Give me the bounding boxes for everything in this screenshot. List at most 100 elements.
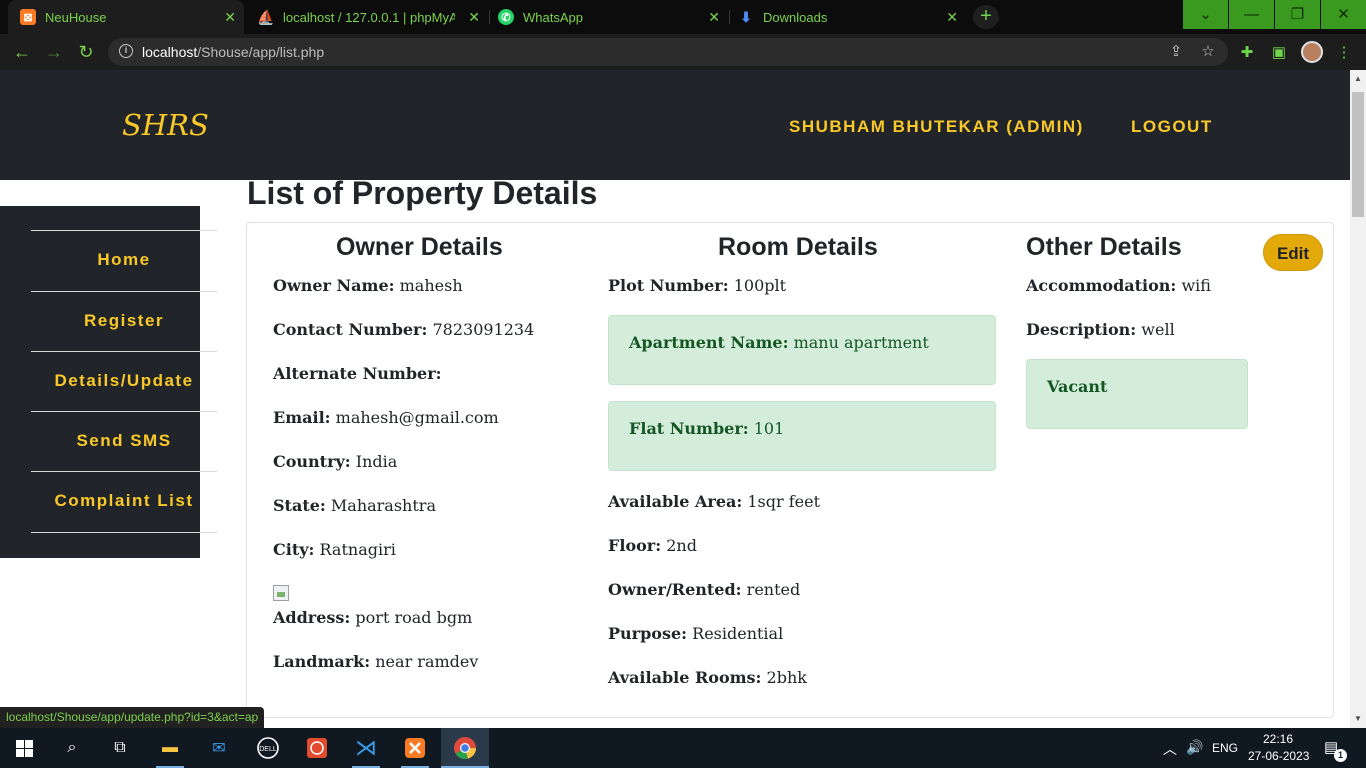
sidebar-divider [31,532,217,533]
field-label: Floor: [608,536,662,555]
sidebar-item-details-update[interactable]: Details/Update [31,351,217,411]
apartment-name-alert: Apartment Name: manu apartment [608,315,996,385]
tray-chevron-icon[interactable]: ︿ [1163,739,1177,759]
close-icon[interactable]: ✕ [468,9,480,26]
field-label: Description: [1026,320,1137,339]
accommodation-field: Accommodation: wifi [1026,276,1211,295]
sidebar-item-home[interactable]: Home [31,230,217,290]
field-value: India [355,452,398,471]
dell-icon[interactable]: DELL [254,734,282,762]
sidebar-item-label: Send SMS [76,431,172,450]
close-icon[interactable]: ✕ [224,9,236,26]
owner-rented-field: Owner/Rented: rented [608,580,800,599]
close-icon[interactable]: ✕ [946,9,958,26]
tab-label: localhost / 127.0.0.1 | phpMyAdmin [283,9,455,25]
field-value: 101 [753,419,785,438]
tab-downloads[interactable]: ⬇ Downloads ✕ [730,0,966,34]
available-area-field: Available Area: 1sqr feet [608,492,820,511]
sidebar-item-label: Complaint List [54,491,194,510]
flat-number-alert: Flat Number: 101 [608,401,996,471]
scrollbar-thumb[interactable] [1352,92,1364,217]
property-card: Owner Details Owner Name: mahesh Contact… [246,222,1334,718]
address-bar[interactable]: i localhost/Shouse/app/list.php ⇪ ☆ [108,38,1228,66]
bookmark-star-icon[interactable]: ☆ [1198,42,1218,62]
search-icon[interactable]: ⌕ [58,734,86,762]
field-value: wifi [1181,276,1211,295]
vacancy-status-alert: Vacant [1026,359,1248,429]
address-field: Address: port road bgm [273,608,472,627]
restore-button[interactable]: ❐ [1275,0,1320,29]
extensions-icon[interactable]: ✚ [1237,43,1257,63]
tab-whatsapp[interactable]: ✆ WhatsApp ✕ [490,0,728,34]
menu-dots-icon[interactable]: ⋮ [1334,43,1354,63]
new-tab-button[interactable]: + [973,5,999,29]
sidebar-item-register[interactable]: Register [31,291,217,351]
field-value: Maharashtra [330,496,436,515]
minimize-button[interactable]: — [1229,0,1274,29]
close-icon[interactable]: ✕ [708,9,720,26]
download-icon: ⬇ [740,8,752,25]
site-info-icon[interactable]: i [119,44,133,58]
field-label: State: [273,496,326,515]
page-viewport: SHRS SHUBHAM BHUTEKAR (ADMIN) LOGOUT Hom… [0,70,1350,728]
back-icon[interactable]: ← [10,40,34,64]
sidebar-item-send-sms[interactable]: Send SMS [31,411,217,471]
share-icon[interactable]: ⇪ [1166,42,1186,62]
tab-label: WhatsApp [523,9,583,25]
link-status-tooltip: localhost/Shouse/app/update.php?id=3&act… [0,707,265,728]
sidebar-item-label: Details/Update [54,371,194,390]
field-label: Flat Number: [629,419,749,438]
edit-button[interactable]: Edit [1263,234,1323,271]
apartment-name-text: Apartment Name: manu apartment [629,333,929,352]
volume-icon[interactable]: 🔊 [1186,739,1203,756]
sidebar-item-complaint-list[interactable]: Complaint List [31,471,217,531]
scroll-up-icon[interactable]: ▲ [1354,74,1362,83]
notification-count-badge: 1 [1334,749,1347,762]
file-explorer-icon[interactable]: ▬ [156,734,184,762]
clock-time[interactable]: 22:16 [1263,732,1293,746]
url-path: /Shouse/app/list.php [197,44,325,60]
field-label: Available Rooms: [608,668,762,687]
field-label: Plot Number: [608,276,729,295]
side-panel-icon[interactable]: ▣ [1269,43,1289,63]
tab-neuhouse[interactable]: ⊠ NeuHouse ✕ [8,0,244,34]
admin-user-link[interactable]: SHUBHAM BHUTEKAR (ADMIN) [789,117,1084,137]
field-label: Available Area: [608,492,743,511]
chrome-icon[interactable] [451,734,479,762]
tab-label: Downloads [763,9,828,25]
vscode-icon[interactable]: ⋊ [352,734,380,762]
scroll-down-icon[interactable]: ▼ [1354,714,1362,723]
windows-start-icon[interactable] [10,734,38,762]
field-label: City: [273,540,315,559]
field-value: Residential [692,624,784,643]
city-field: City: Ratnagiri [273,540,396,559]
field-value: rented [746,580,801,599]
clock-date[interactable]: 27-06-2023 [1248,749,1309,763]
field-label: Country: [273,452,351,471]
brand-logo[interactable]: SHRS [122,108,209,142]
forward-icon[interactable]: → [42,40,66,64]
browser-tab-strip: ⊠ NeuHouse ✕ ⛵ localhost / 127.0.0.1 | p… [0,0,1366,34]
xampp-taskbar-icon[interactable] [401,734,429,762]
field-value: manu apartment [793,333,929,352]
contact-number-field: Contact Number: 7823091234 [273,320,534,339]
close-window-button[interactable]: ✕ [1321,0,1366,29]
country-field: Country: India [273,452,397,471]
tab-search-icon[interactable]: ⌄ [1183,0,1228,29]
plot-number-field: Plot Number: 100plt [608,276,786,295]
url-text[interactable]: localhost/Shouse/app/list.php [142,44,324,60]
field-label: Apartment Name: [629,333,789,352]
tab-phpmyadmin[interactable]: ⛵ localhost / 127.0.0.1 | phpMyAdmin ✕ [248,0,488,34]
other-details-heading: Other Details [1026,233,1182,261]
email-field: Email: mahesh@gmail.com [273,408,499,427]
app-icon[interactable] [303,734,331,762]
mail-icon[interactable]: ✉ [205,734,233,762]
page-title: List of Property Details [247,175,598,211]
avatar[interactable] [1301,41,1323,63]
reload-icon[interactable]: ↻ [74,40,98,64]
language-indicator[interactable]: ENG [1212,741,1238,755]
task-view-icon[interactable]: ⧉ [106,734,134,762]
logout-link[interactable]: LOGOUT [1131,117,1213,137]
page-scrollbar[interactable]: ▲ ▼ [1350,70,1366,728]
broken-image-icon [273,585,289,601]
